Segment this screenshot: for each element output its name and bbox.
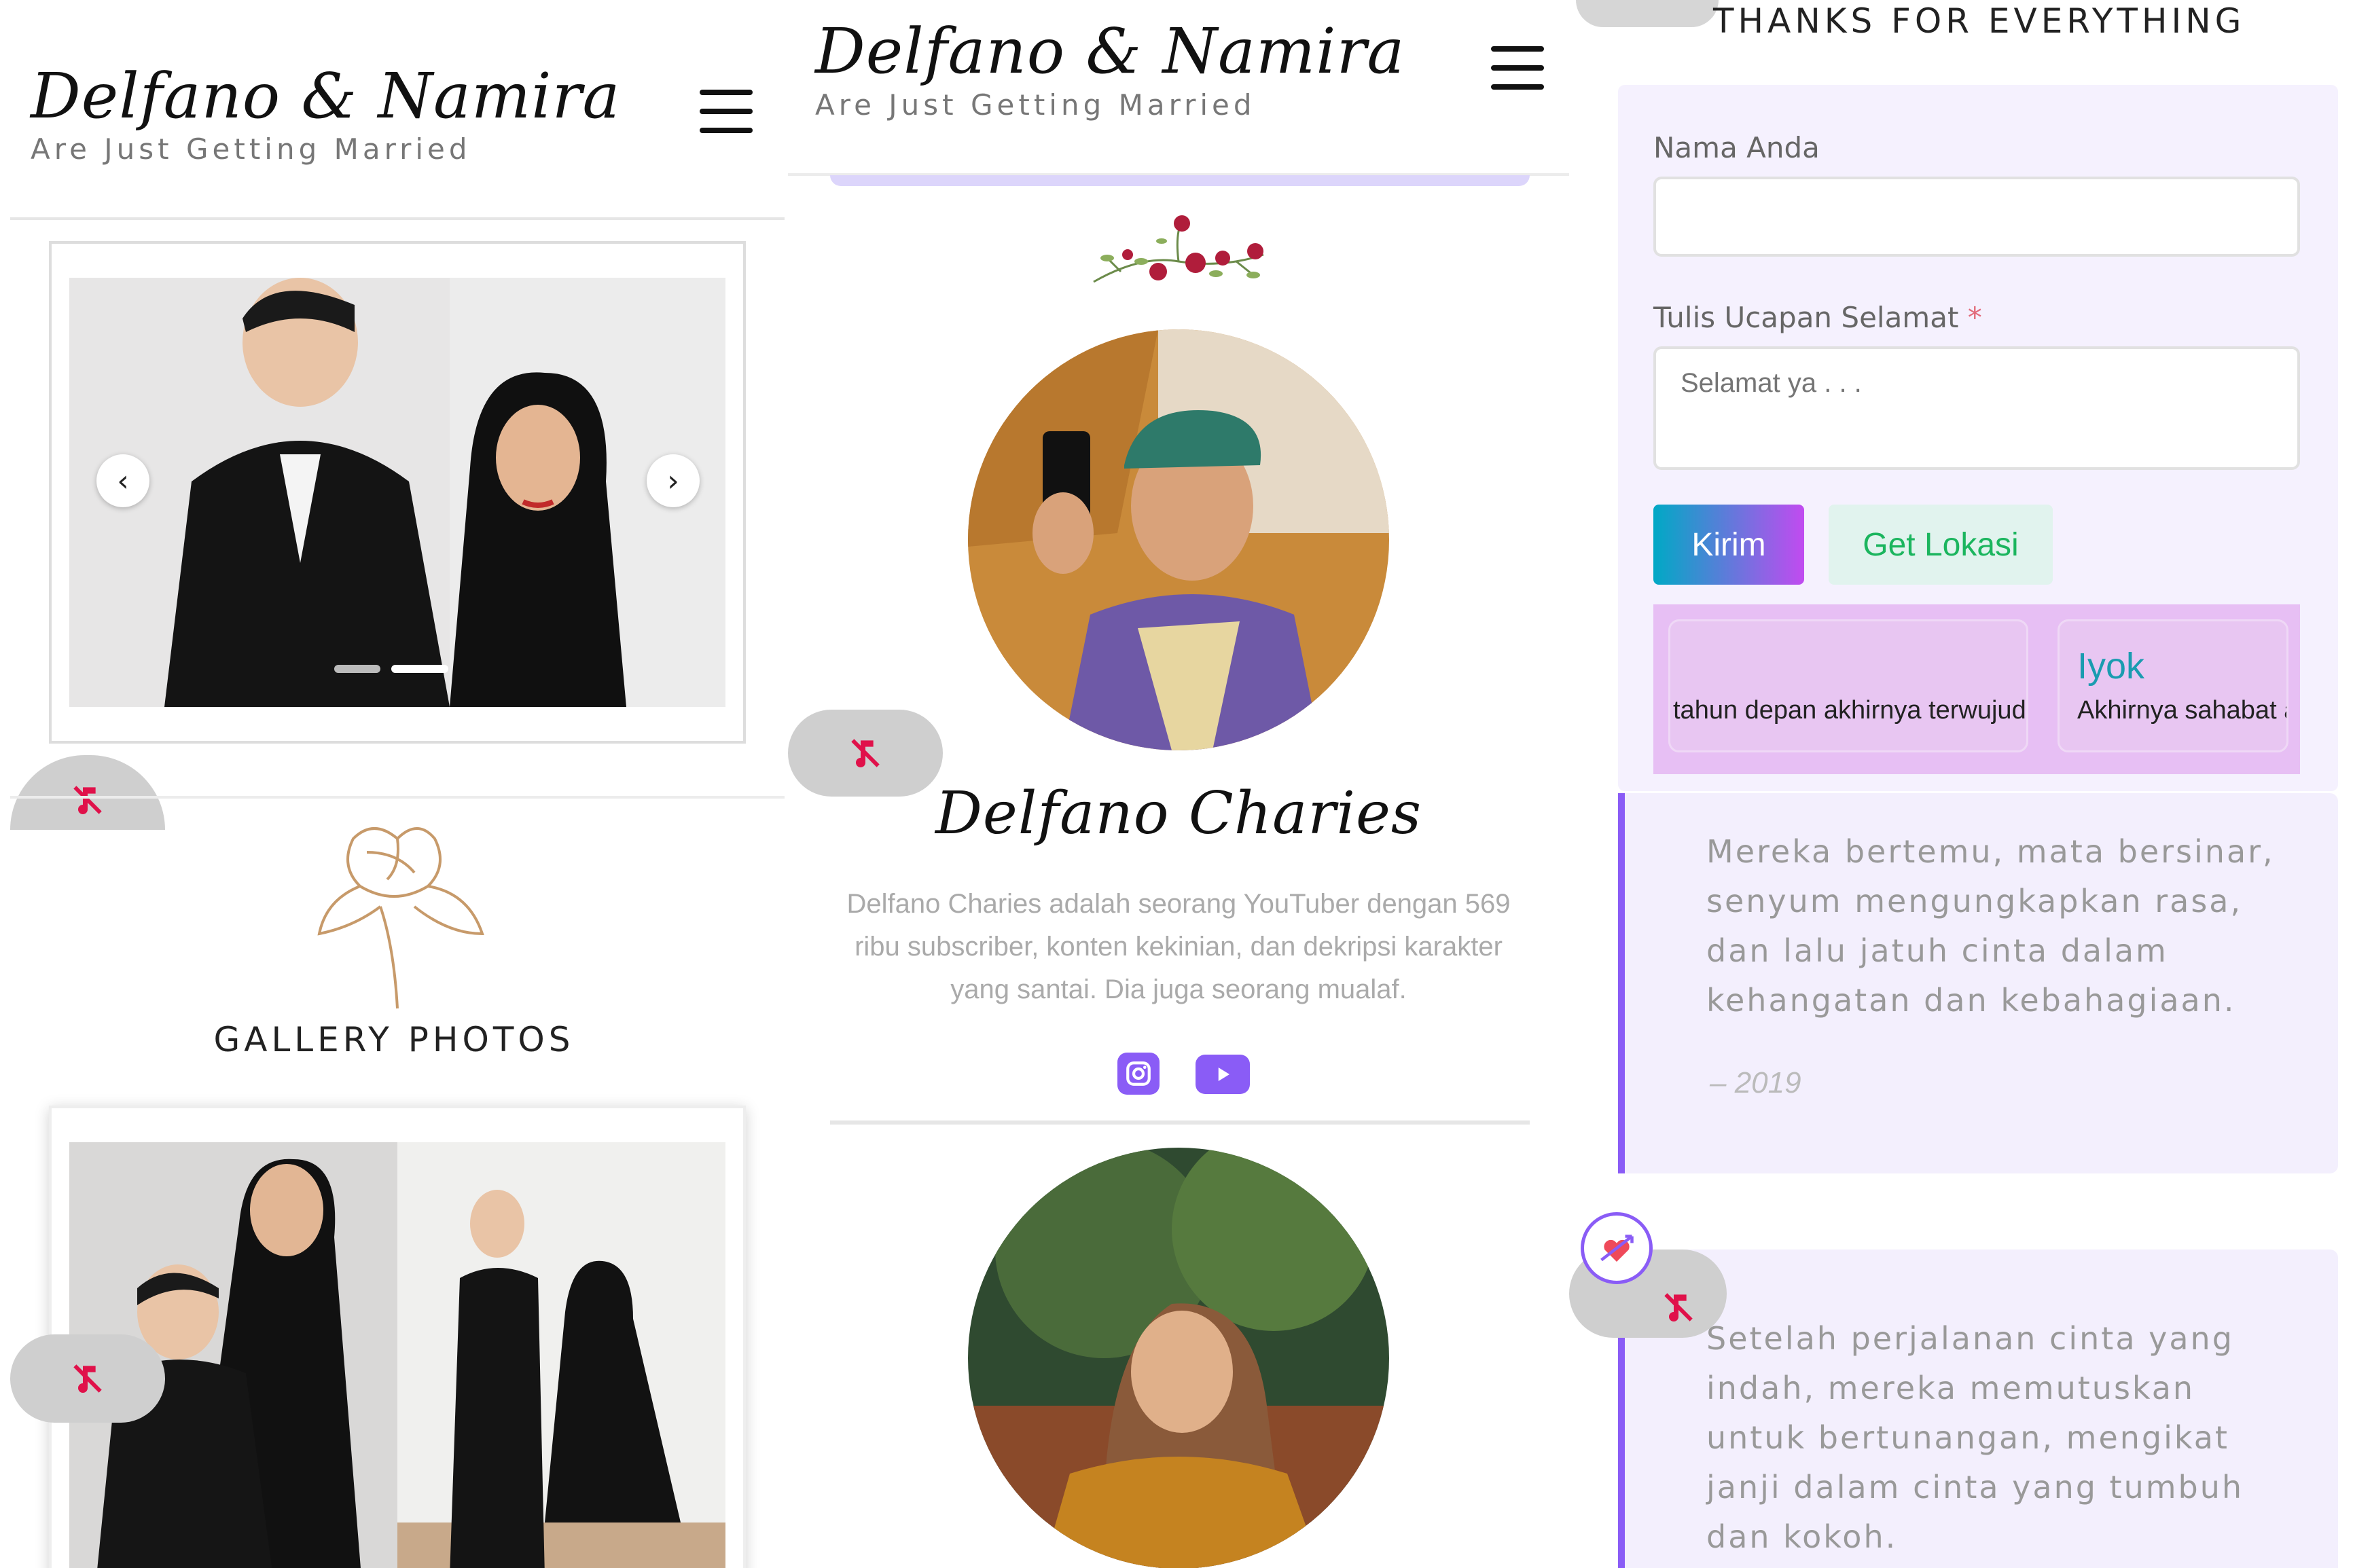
music-toggle-button[interactable] — [1576, 0, 1719, 27]
profile-bio: Delfano Charies adalah seorang YouTuber … — [846, 889, 1511, 1004]
header-divider — [10, 217, 785, 220]
gallery-photo[interactable] — [69, 1142, 725, 1568]
profile-photo-bride — [968, 1148, 1389, 1568]
music-muted-icon — [1664, 1293, 1693, 1321]
section-divider — [10, 796, 785, 799]
youtube-icon[interactable] — [1196, 1055, 1250, 1094]
thanks-title: THANKS FOR EVERYTHING — [1713, 1, 2246, 41]
wish-card: tahun depan akhirnya terwujud — [1668, 619, 2028, 752]
carousel-indicator-1[interactable] — [334, 665, 380, 673]
name-input[interactable] — [1653, 177, 2300, 257]
profile-photo-groom — [968, 329, 1389, 750]
accent-bar — [830, 175, 1530, 186]
music-muted-icon — [851, 739, 880, 767]
panel-profile: Delfano & Namira Are Just Getting Marrie… — [788, 0, 1569, 1568]
wish-message: tahun depan akhirnya terwujud — [1673, 696, 2026, 725]
carousel-indicator-2-active[interactable] — [391, 665, 448, 673]
music-toggle-button[interactable] — [10, 755, 165, 830]
panel-guestbook: THANKS FOR EVERYTHING Nama Anda Tulis Uc… — [1569, 0, 2353, 1568]
rose-line-icon — [317, 827, 484, 1009]
required-mark: * — [1967, 301, 1982, 334]
story-text: Mereka bertemu, mata bersinar, senyum me… — [1706, 833, 2275, 1019]
profile-divider — [830, 1120, 1530, 1125]
header-tagline: Are Just Getting Married — [31, 132, 471, 166]
gallery-title: GALLERY PHOTOS — [213, 1020, 575, 1059]
music-toggle-button-2[interactable] — [10, 1334, 165, 1423]
music-muted-icon — [73, 786, 102, 814]
gallery-frame — [49, 1106, 746, 1568]
story-card: Mereka bertemu, mata bersinar, senyum me… — [1618, 793, 2338, 1173]
submit-button[interactable]: Kirim — [1653, 505, 1804, 585]
chevron-left-icon[interactable]: ‹ — [96, 454, 149, 507]
heart-arrow-icon[interactable] — [1581, 1212, 1653, 1284]
guestbook-form: Nama Anda Tulis Ucapan Selamat * Kirim G… — [1618, 85, 2338, 791]
instagram-icon[interactable] — [1117, 1053, 1160, 1095]
music-muted-icon — [73, 1364, 102, 1393]
carousel-photo — [69, 278, 725, 707]
header-tagline: Are Just Getting Married — [815, 88, 1256, 122]
get-location-button[interactable]: Get Lokasi — [1829, 505, 2053, 585]
message-label: Tulis Ucapan Selamat * — [1653, 301, 1982, 334]
story-year: – 2019 — [1710, 1066, 1801, 1099]
message-textarea[interactable] — [1653, 346, 2300, 470]
name-label: Nama Anda — [1653, 131, 1820, 164]
hamburger-menu-icon[interactable] — [1491, 46, 1544, 90]
header-title: Delfano & Namira — [31, 60, 621, 132]
wish-message: Akhirnya sahabat a — [2077, 696, 2288, 725]
header-title: Delfano & Namira — [815, 15, 1405, 88]
panel-home: Delfano & Namira Are Just Getting Marrie… — [0, 0, 788, 1568]
flower-garland-icon — [1093, 215, 1264, 283]
wish-card: Iyok Akhirnya sahabat a — [2058, 619, 2288, 752]
hamburger-menu-icon[interactable] — [700, 90, 753, 133]
wish-name: Iyok — [2077, 646, 2145, 687]
chevron-right-icon[interactable]: › — [647, 454, 700, 507]
profile-name: Delfano Charies — [935, 780, 1422, 847]
carousel-frame: ‹ › — [49, 241, 746, 744]
story-text: Setelah perjalanan cinta yang indah, mer… — [1706, 1320, 2244, 1555]
wishes-carousel: tahun depan akhirnya terwujud Iyok Akhir… — [1653, 604, 2300, 774]
